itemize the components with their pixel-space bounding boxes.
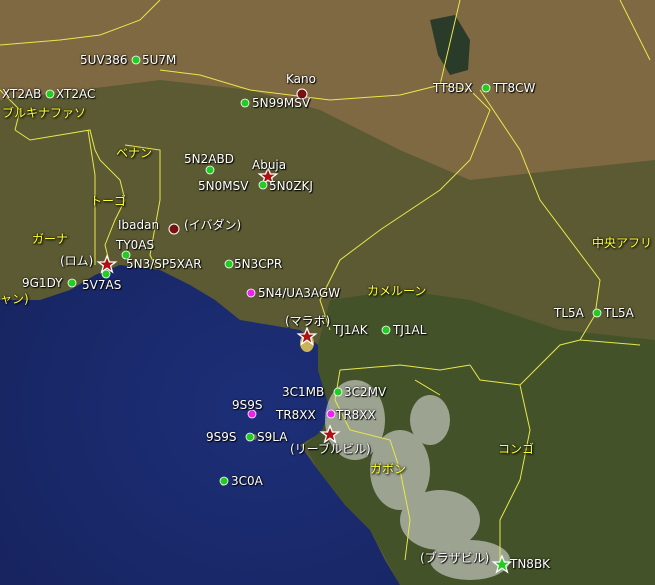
dot-5n2abd — [205, 165, 215, 175]
dot-tj1al — [381, 325, 391, 335]
dot-tt8cw — [481, 83, 491, 93]
station-tj1ak[interactable]: TJ1AK — [333, 323, 368, 337]
station-tl5a-left[interactable]: TL5A — [554, 306, 584, 320]
station-tt8cw[interactable]: TT8CW — [493, 81, 535, 95]
station-3c0a[interactable]: 3C0A — [231, 474, 263, 488]
station-tr8xx-right[interactable]: TR8XX — [336, 408, 376, 422]
station-xt2ac[interactable]: XT2AC — [56, 87, 95, 101]
city-lome: (ロム) — [60, 254, 94, 268]
dot-5n99msv — [240, 98, 250, 108]
station-5uv386[interactable]: 5UV386 — [80, 53, 128, 67]
country-ivory-fragment: ャン) — [0, 292, 29, 306]
satellite-map[interactable]: ブルキナファソ ベナン トーゴ ガーナ カメルーン 中央アフリ ガボン コンゴ … — [0, 0, 655, 585]
city-libreville: (リーブルビル) — [290, 442, 371, 456]
country-ghana: ガーナ — [32, 232, 69, 246]
station-s9la[interactable]: S9LA — [257, 430, 287, 444]
station-5n3sp5xar[interactable]: 5N3/SP5XAR — [126, 257, 202, 271]
country-burkina: ブルキナファソ — [2, 106, 87, 120]
station-tr8xx-left[interactable]: TR8XX — [276, 408, 316, 422]
city-brazzaville: (ブラザビル) — [420, 551, 490, 565]
station-5n99msv[interactable]: 5N99MSV — [252, 96, 310, 110]
station-5n0msv[interactable]: 5N0MSV — [198, 179, 248, 193]
city-malabo: (マラボ) — [285, 314, 331, 328]
dot-9g1dy — [67, 278, 77, 288]
station-xt2ab[interactable]: XT2AB — [2, 87, 41, 101]
station-3c2mv[interactable]: 3C2MV — [344, 385, 386, 399]
country-congo: コンゴ — [498, 442, 535, 456]
country-central-africa: 中央アフリ — [592, 236, 653, 250]
dot-5n0zkj — [258, 180, 268, 190]
station-5u7m[interactable]: 5U7M — [142, 53, 176, 67]
country-cameroon: カメルーン — [367, 284, 427, 298]
station-tj1al[interactable]: TJ1AL — [393, 323, 426, 337]
dot-tr8xx — [326, 409, 336, 419]
station-5n2abd[interactable]: 5N2ABD — [184, 152, 234, 166]
ibadan-marker — [168, 223, 180, 235]
country-gabon: ガボン — [370, 462, 407, 476]
station-3c1mb[interactable]: 3C1MB — [282, 385, 324, 399]
station-tl5a-right[interactable]: TL5A — [604, 306, 634, 320]
dot-5n3cpr — [224, 259, 234, 269]
station-5n0zkj[interactable]: 5N0ZKJ — [269, 179, 313, 193]
country-togo: トーゴ — [90, 194, 127, 208]
station-5v7as[interactable]: 5V7AS — [82, 278, 121, 292]
station-tn8bk[interactable]: TN8BK — [510, 557, 550, 571]
dot-5n4 — [246, 288, 256, 298]
station-9s9s-a[interactable]: 9S9S — [232, 398, 263, 412]
dot-5v7as — [101, 269, 111, 279]
station-5n3cpr[interactable]: 5N3CPR — [234, 257, 282, 271]
dot-5u7m — [131, 55, 141, 65]
station-tt8dx[interactable]: TT8DX — [433, 81, 473, 95]
dot-3c2mv — [333, 387, 343, 397]
station-9g1dy[interactable]: 9G1DY — [22, 276, 62, 290]
city-kano: Kano — [286, 72, 316, 86]
station-9s9s-b[interactable]: 9S9S — [206, 430, 237, 444]
dot-xt2ac — [45, 89, 55, 99]
dot-s9la — [245, 432, 255, 442]
station-ty0as[interactable]: TY0AS — [116, 238, 154, 252]
dot-3c0a — [219, 476, 229, 486]
city-ibadan: Ibadan — [118, 218, 160, 232]
city-ibadan-jp: (イバダン) — [184, 218, 242, 232]
country-benin: ベナン — [116, 146, 153, 160]
station-5n4ua3agw[interactable]: 5N4/UA3AGW — [258, 286, 340, 300]
city-abuja: Abuja — [252, 158, 287, 172]
dot-tl5a — [592, 308, 602, 318]
